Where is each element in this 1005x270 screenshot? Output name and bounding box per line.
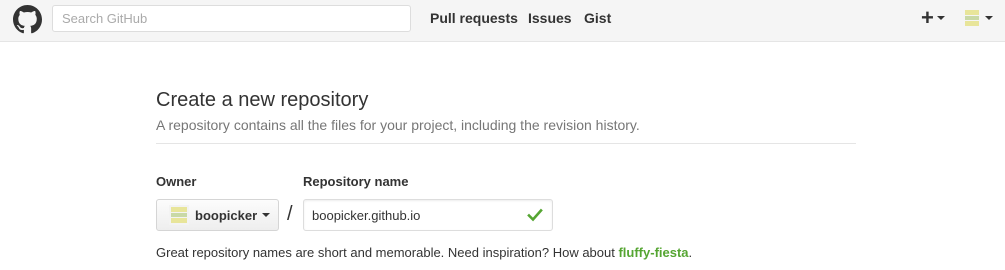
nav-issues[interactable]: Issues [528, 10, 572, 26]
site-header: Pull requests Issues Gist + [0, 0, 1005, 42]
page-title: Create a new repository [156, 89, 369, 111]
avatar [962, 8, 982, 28]
owner-avatar [169, 205, 189, 225]
name-hint: Great repository names are short and mem… [156, 245, 692, 260]
repo-name-label: Repository name [303, 174, 409, 189]
nav-gist[interactable]: Gist [584, 10, 611, 26]
chevron-down-icon [936, 16, 945, 20]
user-menu[interactable] [962, 8, 993, 28]
repository-name-input[interactable] [303, 199, 553, 231]
github-logo-icon[interactable] [13, 5, 42, 34]
owner-repo-separator: / [287, 203, 293, 225]
page-subtitle: A repository contains all the files for … [156, 117, 640, 133]
owner-label: Owner [156, 174, 197, 189]
hint-text: Great repository names are short and mem… [156, 245, 619, 260]
plus-icon: + [921, 5, 934, 30]
chevron-down-icon [262, 213, 271, 217]
nav-pull-requests[interactable]: Pull requests [430, 10, 518, 26]
create-new-menu[interactable]: + [921, 6, 945, 30]
name-suggestion-link[interactable]: fluffy-fiesta [618, 245, 688, 260]
hint-end: . [688, 245, 693, 260]
check-icon [527, 208, 543, 222]
owner-select-button[interactable]: boopicker [156, 199, 279, 231]
search-input[interactable] [52, 5, 411, 32]
chevron-down-icon [985, 16, 993, 20]
owner-name: boopicker [195, 207, 258, 223]
divider [156, 143, 856, 144]
create-repo-header: Create a new repository A repository con… [156, 88, 856, 144]
